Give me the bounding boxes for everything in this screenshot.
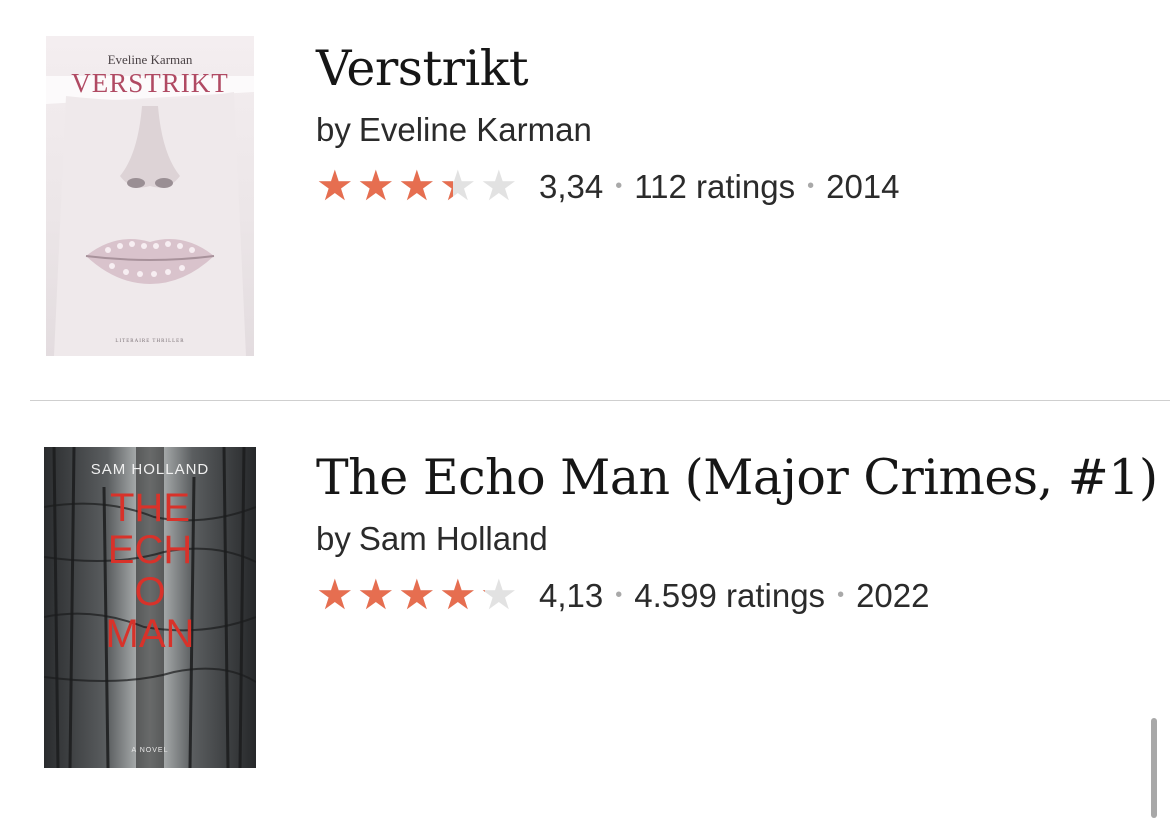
book-author[interactable]: by Eveline Karman <box>316 113 900 146</box>
cover-tagline-text: LITERAIRE THRILLER <box>115 339 185 344</box>
scrollbar[interactable] <box>1151 718 1157 818</box>
book-info: Verstrikt byEveline Karman ★★★★★★★★★★ 3,… <box>316 44 900 210</box>
star-icon: ★★ <box>357 570 395 619</box>
separator-dot: • <box>615 584 623 606</box>
ratings-count: 4.599 ratings <box>634 576 826 614</box>
book-cover-verstrikt[interactable]: Eveline Karman VERSTRIKT LITERAIRE THRIL… <box>46 36 254 356</box>
star-icon: ★★ <box>316 161 354 210</box>
star-icon: ★★ <box>316 570 354 619</box>
star-rating: ★★★★★★★★★★ <box>316 570 521 619</box>
star-icon: ★★ <box>439 161 477 210</box>
rating-line: ★★★★★★★★★★ 3,34 • 112 ratings • 2014 <box>316 161 900 210</box>
row-divider <box>30 400 1170 401</box>
book-cover-the-echo-man[interactable]: SAM HOLLAND THE ECHO MAN A NOVEL <box>44 447 256 768</box>
star-icon: ★★ <box>398 161 436 210</box>
cover-author-text: SAM HOLLAND <box>90 461 210 478</box>
star-icon: ★★ <box>398 570 436 619</box>
star-icon: ★★ <box>357 161 395 210</box>
star-rating: ★★★★★★★★★★ <box>316 161 521 210</box>
average-rating: 4,13 <box>539 576 604 614</box>
separator-dot: • <box>615 175 623 197</box>
average-rating: 3,34 <box>539 167 604 205</box>
publication-year: 2014 <box>826 167 900 205</box>
separator-dot: • <box>807 175 815 197</box>
star-icon: ★★ <box>480 570 518 619</box>
star-icon: ★★ <box>439 570 477 619</box>
publication-year: 2022 <box>856 576 930 614</box>
author-name[interactable]: Eveline Karman <box>359 111 592 148</box>
separator-dot: • <box>837 584 845 606</box>
book-info: The Echo Man (Major Crimes, #1) by Sam Ho… <box>316 453 1158 619</box>
rating-line: ★★★★★★★★★★ 4,13 • 4.599 ratings • 2022 <box>316 570 1158 619</box>
book-title[interactable]: The Echo Man (Major Crimes, #1) <box>316 453 1158 502</box>
author-prefix: by <box>316 520 351 557</box>
cover-tagline-text: A NOVEL <box>131 747 169 754</box>
cover-author-text: Eveline Karman <box>107 52 193 67</box>
book-list-item[interactable]: SAM HOLLAND THE ECHO MAN A NOVEL The Ech… <box>0 402 1170 811</box>
cover-title-text: THE ECHO MAN <box>105 486 195 656</box>
book-list-item[interactable]: Eveline Karman VERSTRIKT LITERAIRE THRIL… <box>0 0 1170 400</box>
author-prefix: by <box>316 111 351 148</box>
star-icon: ★★ <box>480 161 518 210</box>
author-name[interactable]: Sam Holland <box>359 520 548 557</box>
book-author[interactable]: by Sam Holland <box>316 522 1158 555</box>
ratings-count: 112 ratings <box>634 167 796 205</box>
cover-title-text: VERSTRIKT <box>71 68 229 98</box>
book-title[interactable]: Verstrikt <box>316 44 900 93</box>
